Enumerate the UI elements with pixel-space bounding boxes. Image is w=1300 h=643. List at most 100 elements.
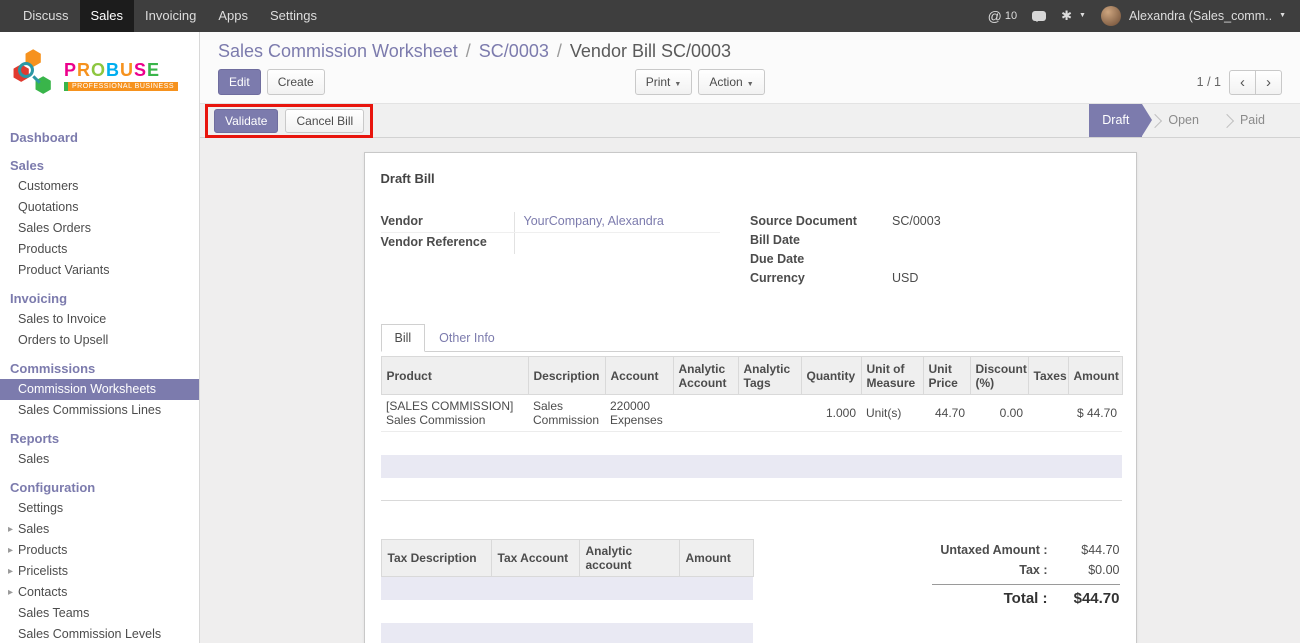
tax-label: Tax :: [1019, 560, 1047, 580]
cell-product[interactable]: [SALES COMMISSION] Sales Commission: [381, 395, 528, 432]
sidebar-item-config-sales[interactable]: ▸ Sales: [0, 519, 199, 540]
sidebar-section-commissions[interactable]: Commissions: [0, 358, 199, 379]
action-dropdown[interactable]: Action▼: [698, 69, 764, 95]
tax-header-row: Tax Description Tax Account Analytic acc…: [381, 540, 753, 577]
main-content: Sales Commission Worksheet / SC/0003 / V…: [200, 32, 1300, 643]
empty-row: [381, 577, 753, 600]
sidebar-section-dashboard[interactable]: Dashboard: [0, 127, 199, 148]
pager-next-button[interactable]: ›: [1255, 70, 1282, 95]
col-header-description: Description: [528, 357, 605, 395]
col-header-amount: Amount: [1068, 357, 1122, 395]
print-dropdown[interactable]: Print▼: [635, 69, 693, 95]
vendor-reference-label: Vendor Reference: [381, 233, 514, 254]
top-menu-apps[interactable]: Apps: [207, 0, 259, 32]
sidebar-item-sales-to-invoice[interactable]: Sales to Invoice: [0, 309, 199, 330]
sidebar-item-products[interactable]: Products: [0, 239, 199, 260]
tab-other-info[interactable]: Other Info: [425, 324, 509, 352]
due-date-value: [892, 250, 1120, 269]
activities-button[interactable]: ✱ ▼: [1061, 0, 1086, 32]
lines-header-row: Product Description Account Analytic Acc…: [381, 357, 1122, 395]
tax-value: $0.00: [1048, 560, 1120, 580]
form-sheet: Draft Bill Vendor YourCompany, Alexandra…: [364, 152, 1137, 643]
col-header-analytic-account: Analytic Account: [673, 357, 738, 395]
dropdown-buttons: Print▼ Action▼: [635, 69, 765, 95]
probuse-logo[interactable]: ⬢ ⬢ ⬢ PROBUSE PROFESSIONAL BUSINESS: [0, 32, 199, 114]
sidebar-item-quotations[interactable]: Quotations: [0, 197, 199, 218]
sidebar-item-customers[interactable]: Customers: [0, 176, 199, 197]
sidebar-section-sales[interactable]: Sales: [0, 155, 199, 176]
cell-analytic-tags[interactable]: [738, 395, 801, 432]
sidebar-item-product-variants[interactable]: Product Variants: [0, 260, 199, 281]
empty-row: [381, 455, 1122, 478]
col-header-tax-analytic-account: Analytic account: [579, 540, 679, 577]
sidebar-section-reports[interactable]: Reports: [0, 428, 199, 449]
caret-down-icon: ▼: [674, 81, 681, 88]
total-label: Total :: [1004, 587, 1048, 611]
status-step-open[interactable]: Open: [1142, 104, 1214, 137]
sidebar-item-sales-commission-levels[interactable]: Sales Commission Levels: [0, 624, 199, 643]
logo-wordmark: PROBUSE: [64, 60, 178, 80]
top-menu-sales[interactable]: Sales: [80, 0, 135, 32]
chevron-right-icon: ▸: [8, 582, 13, 603]
sidebar-item-contacts[interactable]: ▸ Contacts: [0, 582, 199, 603]
caret-down-icon: ▼: [747, 81, 754, 88]
sidebar-section-invoicing[interactable]: Invoicing: [0, 288, 199, 309]
col-header-taxes: Taxes: [1028, 357, 1068, 395]
col-header-tax-description: Tax Description: [381, 540, 491, 577]
user-name: Alexandra (Sales_comm..: [1129, 0, 1272, 32]
tab-bill[interactable]: Bill: [381, 324, 426, 352]
cancel-bill-button[interactable]: Cancel Bill: [285, 109, 364, 133]
left-field-group: Vendor YourCompany, Alexandra Vendor Ref…: [381, 212, 751, 288]
col-header-unit-price: Unit Price: [923, 357, 970, 395]
source-document-field-row: Source Document SC/0003: [750, 212, 1120, 231]
invoice-line-row[interactable]: [SALES COMMISSION] Sales Commission Sale…: [381, 395, 1122, 432]
validate-button[interactable]: Validate: [214, 109, 278, 133]
top-navbar: Discuss Sales Invoicing Apps Settings @ …: [0, 0, 1300, 32]
edit-button[interactable]: Edit: [218, 69, 261, 95]
breadcrumb-worksheet-link[interactable]: Sales Commission Worksheet: [218, 41, 458, 61]
bill-date-field-row: Bill Date: [750, 231, 1120, 250]
cell-unit-price[interactable]: 44.70: [923, 395, 970, 432]
col-header-quantity: Quantity: [801, 357, 861, 395]
systray: @ 10 ✱ ▼ Alexandra (Sales_comm.. ▼: [988, 0, 1300, 32]
mentions-button[interactable]: @ 10: [988, 0, 1017, 32]
sidebar-item-settings[interactable]: Settings: [0, 498, 199, 519]
pager-prev-button[interactable]: ‹: [1229, 70, 1256, 95]
sidebar-item-sales-teams[interactable]: Sales Teams: [0, 603, 199, 624]
cell-taxes[interactable]: [1028, 395, 1068, 432]
chevron-right-icon: ▸: [8, 519, 13, 540]
cell-amount[interactable]: $ 44.70: [1068, 395, 1122, 432]
right-field-group: Source Document SC/0003 Bill Date Due Da…: [750, 212, 1120, 288]
sidebar-section-configuration[interactable]: Configuration: [0, 477, 199, 498]
cell-analytic-account[interactable]: [673, 395, 738, 432]
logo-hexagons-icon: ⬢ ⬢ ⬢: [12, 48, 58, 102]
annotation-highlight-box: Validate Cancel Bill: [205, 104, 373, 138]
vendor-label: Vendor: [381, 212, 514, 232]
create-button[interactable]: Create: [267, 69, 325, 95]
cell-account[interactable]: 220000 Expenses: [605, 395, 673, 432]
logo-text: PROBUSE PROFESSIONAL BUSINESS: [64, 60, 178, 91]
top-menu-discuss[interactable]: Discuss: [12, 0, 80, 32]
user-menu[interactable]: Alexandra (Sales_comm.. ▼: [1101, 0, 1286, 32]
breadcrumb-record-link[interactable]: SC/0003: [479, 41, 549, 61]
cell-quantity[interactable]: 1.000: [801, 395, 861, 432]
sidebar-item-config-products[interactable]: ▸ Products: [0, 540, 199, 561]
control-panel: Sales Commission Worksheet / SC/0003 / V…: [200, 32, 1300, 103]
sidebar-item-commission-worksheets[interactable]: Commission Worksheets: [0, 379, 199, 400]
vendor-link[interactable]: YourCompany, Alexandra: [524, 214, 664, 228]
source-document-label: Source Document: [750, 212, 892, 231]
sidebar-item-orders-to-upsell[interactable]: Orders to Upsell: [0, 330, 199, 351]
sidebar-item-reports-sales[interactable]: Sales: [0, 449, 199, 470]
messages-button[interactable]: [1032, 11, 1046, 21]
vendor-reference-value: [514, 233, 721, 254]
status-step-paid[interactable]: Paid: [1214, 104, 1280, 137]
cell-discount[interactable]: 0.00: [970, 395, 1028, 432]
top-menu-invoicing[interactable]: Invoicing: [134, 0, 207, 32]
cell-unit-of-measure[interactable]: Unit(s): [861, 395, 923, 432]
cell-description[interactable]: Sales Commission: [528, 395, 605, 432]
sidebar-item-pricelists[interactable]: ▸ Pricelists: [0, 561, 199, 582]
top-menu-settings[interactable]: Settings: [259, 0, 328, 32]
field-groups: Vendor YourCompany, Alexandra Vendor Ref…: [381, 212, 1120, 288]
sidebar-item-sales-commissions-lines[interactable]: Sales Commissions Lines: [0, 400, 199, 421]
sidebar-item-sales-orders[interactable]: Sales Orders: [0, 218, 199, 239]
